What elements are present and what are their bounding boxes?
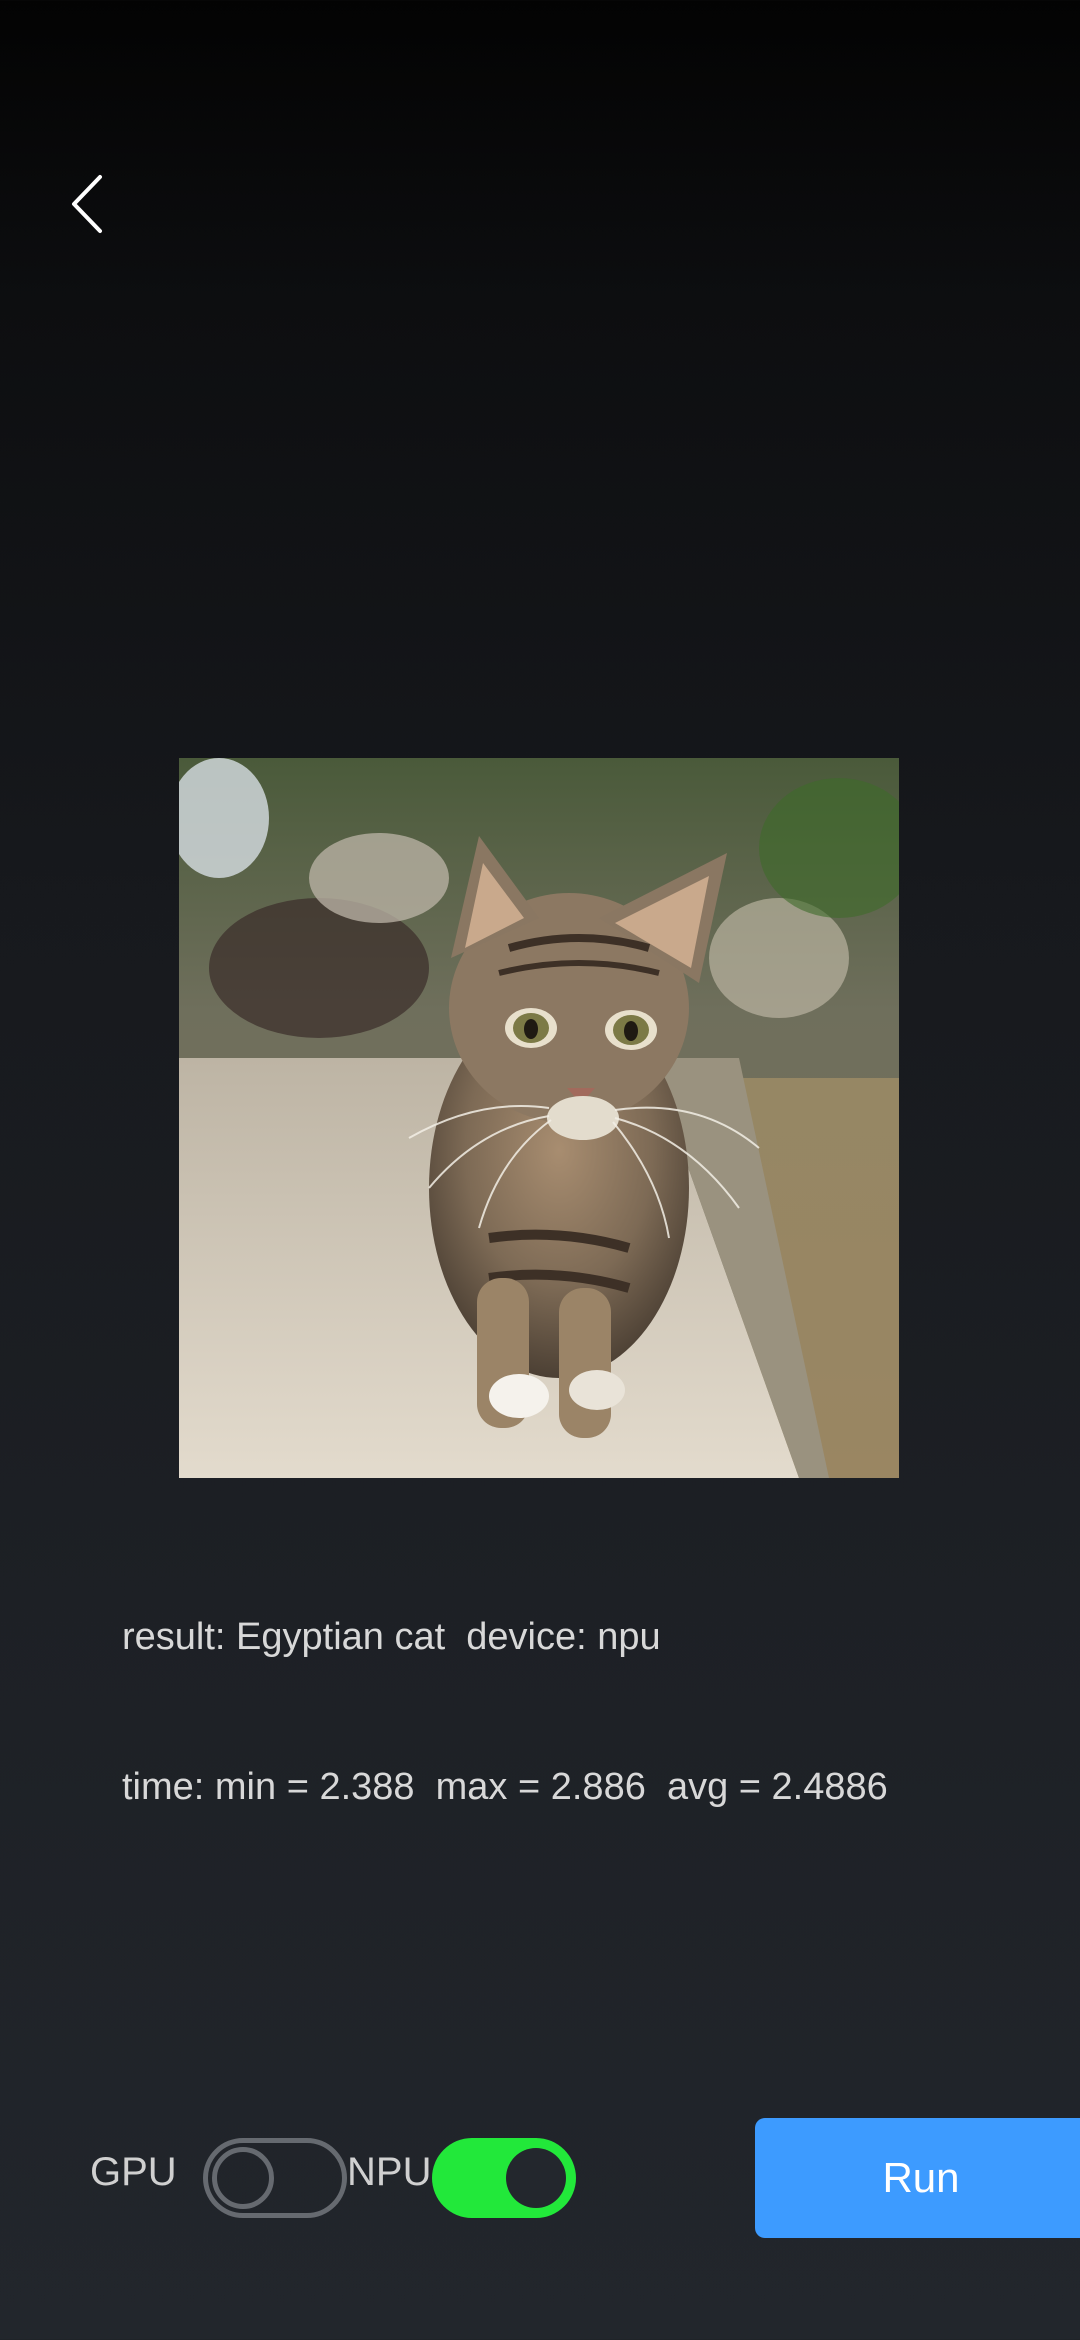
- timing-stats-line: time: min = 2.388 max = 2.886 avg = 2.48…: [122, 1766, 888, 1808]
- npu-label: NPU: [347, 2150, 432, 2194]
- result-label-line: result: Egyptian cat device: npu: [122, 1616, 661, 1658]
- back-button[interactable]: [52, 160, 124, 248]
- gpu-toggle-knob: [212, 2147, 274, 2209]
- gpu-label: GPU: [90, 2150, 177, 2194]
- inference-result: result: Egyptian cat device: npu time: m…: [122, 1512, 888, 1862]
- gpu-toggle[interactable]: [203, 2138, 347, 2218]
- npu-toggle-knob: [506, 2148, 566, 2208]
- bottom-controls: GPU NPU Run: [0, 2118, 1080, 2238]
- run-button[interactable]: Run: [755, 2118, 1080, 2238]
- classified-image: [179, 758, 899, 1478]
- kitten-photo: [179, 758, 899, 1478]
- npu-toggle[interactable]: [432, 2138, 576, 2218]
- chevron-left-icon: [72, 175, 102, 233]
